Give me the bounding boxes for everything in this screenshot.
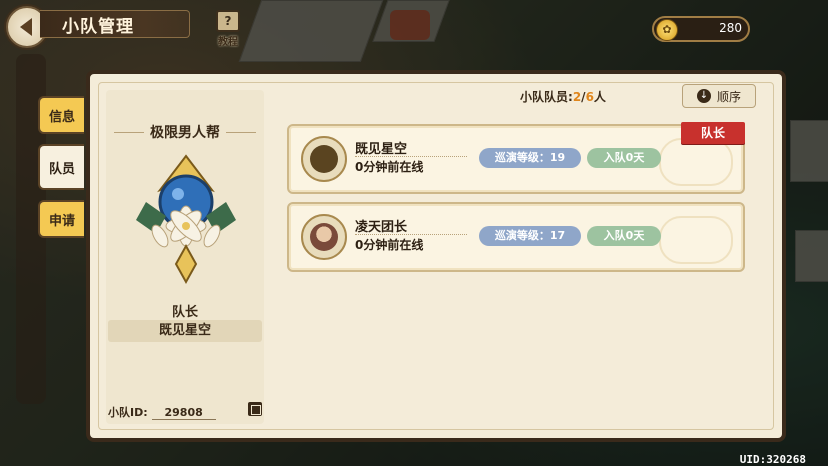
member-name: 既见星空 xyxy=(355,142,408,157)
divider xyxy=(355,156,467,157)
title-bar: 小队管理 xyxy=(40,10,190,38)
side-tabs: 信息 队员 申请 xyxy=(38,96,86,248)
avatar[interactable] xyxy=(301,136,347,182)
team-info-column: 极限男人帮 队长 既见星空 小队ID: 29808 xyxy=(106,90,264,424)
sort-down-icon: ↓ xyxy=(696,89,711,103)
member-status: 0分钟前在线 xyxy=(355,160,424,174)
tab-info[interactable]: 信息 xyxy=(38,96,84,134)
member-name: 凌天团长 xyxy=(355,220,408,235)
member-card[interactable]: 凌天团长 0分钟前在线 巡演等级：17 入队0天 xyxy=(287,202,745,272)
members-count: 小队队员:2/6人 xyxy=(520,88,606,105)
team-id: 小队ID: 29808 xyxy=(108,404,216,420)
tour-level-badge: 巡演等级：19 xyxy=(479,148,581,168)
copy-icon[interactable] xyxy=(248,402,262,416)
members-unit: 人 xyxy=(593,90,606,104)
divider xyxy=(355,234,467,235)
tab-members-label: 队员 xyxy=(48,161,75,177)
tutorial-label: 教程 xyxy=(218,37,238,48)
sort-button[interactable]: ↓ 顺序 xyxy=(682,84,756,108)
currency-amount: 280 xyxy=(719,21,742,35)
joined-days-badge: 入队0天 xyxy=(587,226,661,246)
tab-applications[interactable]: 申请 xyxy=(38,200,84,238)
leader-badge: 队长 xyxy=(681,122,745,144)
team-emblem-icon xyxy=(136,154,236,285)
team-id-label: 小队ID: xyxy=(108,406,148,419)
joined-days-badge: 入队0天 xyxy=(587,148,661,168)
members-max: 6 xyxy=(585,90,594,104)
tour-level-badge: 巡演等级：17 xyxy=(479,226,581,246)
currency-display[interactable]: ✿ 280 xyxy=(652,16,750,42)
tab-applications-label: 申请 xyxy=(48,213,75,229)
members-current: 2 xyxy=(572,90,582,104)
member-card[interactable]: 既见星空 0分钟前在线 巡演等级：19 入队0天 队长 xyxy=(287,122,745,194)
sort-label: 顺序 xyxy=(716,89,741,104)
tutorial-button[interactable]: ? 教程 xyxy=(214,10,242,48)
tab-info-label: 信息 xyxy=(48,109,75,125)
card-decoration xyxy=(659,138,733,186)
member-status: 0分钟前在线 xyxy=(355,238,424,252)
question-icon: ? xyxy=(216,10,240,32)
leader-label: 队长 xyxy=(171,305,198,320)
tab-members[interactable]: 队员 xyxy=(38,144,84,190)
user-id: UID:320268 xyxy=(739,453,806,466)
coin-icon: ✿ xyxy=(656,19,678,41)
members-count-label: 小队队员: xyxy=(520,90,573,104)
avatar-image xyxy=(310,145,338,173)
team-id-value: 29808 xyxy=(151,406,216,420)
team-name: 极限男人帮 xyxy=(150,125,220,141)
avatar-image xyxy=(310,223,338,251)
page-title: 小队管理 xyxy=(62,16,134,37)
avatar[interactable] xyxy=(301,214,347,260)
leader-name: 既见星空 xyxy=(108,320,262,342)
card-decoration xyxy=(659,216,733,264)
back-arrow-icon xyxy=(19,18,32,36)
